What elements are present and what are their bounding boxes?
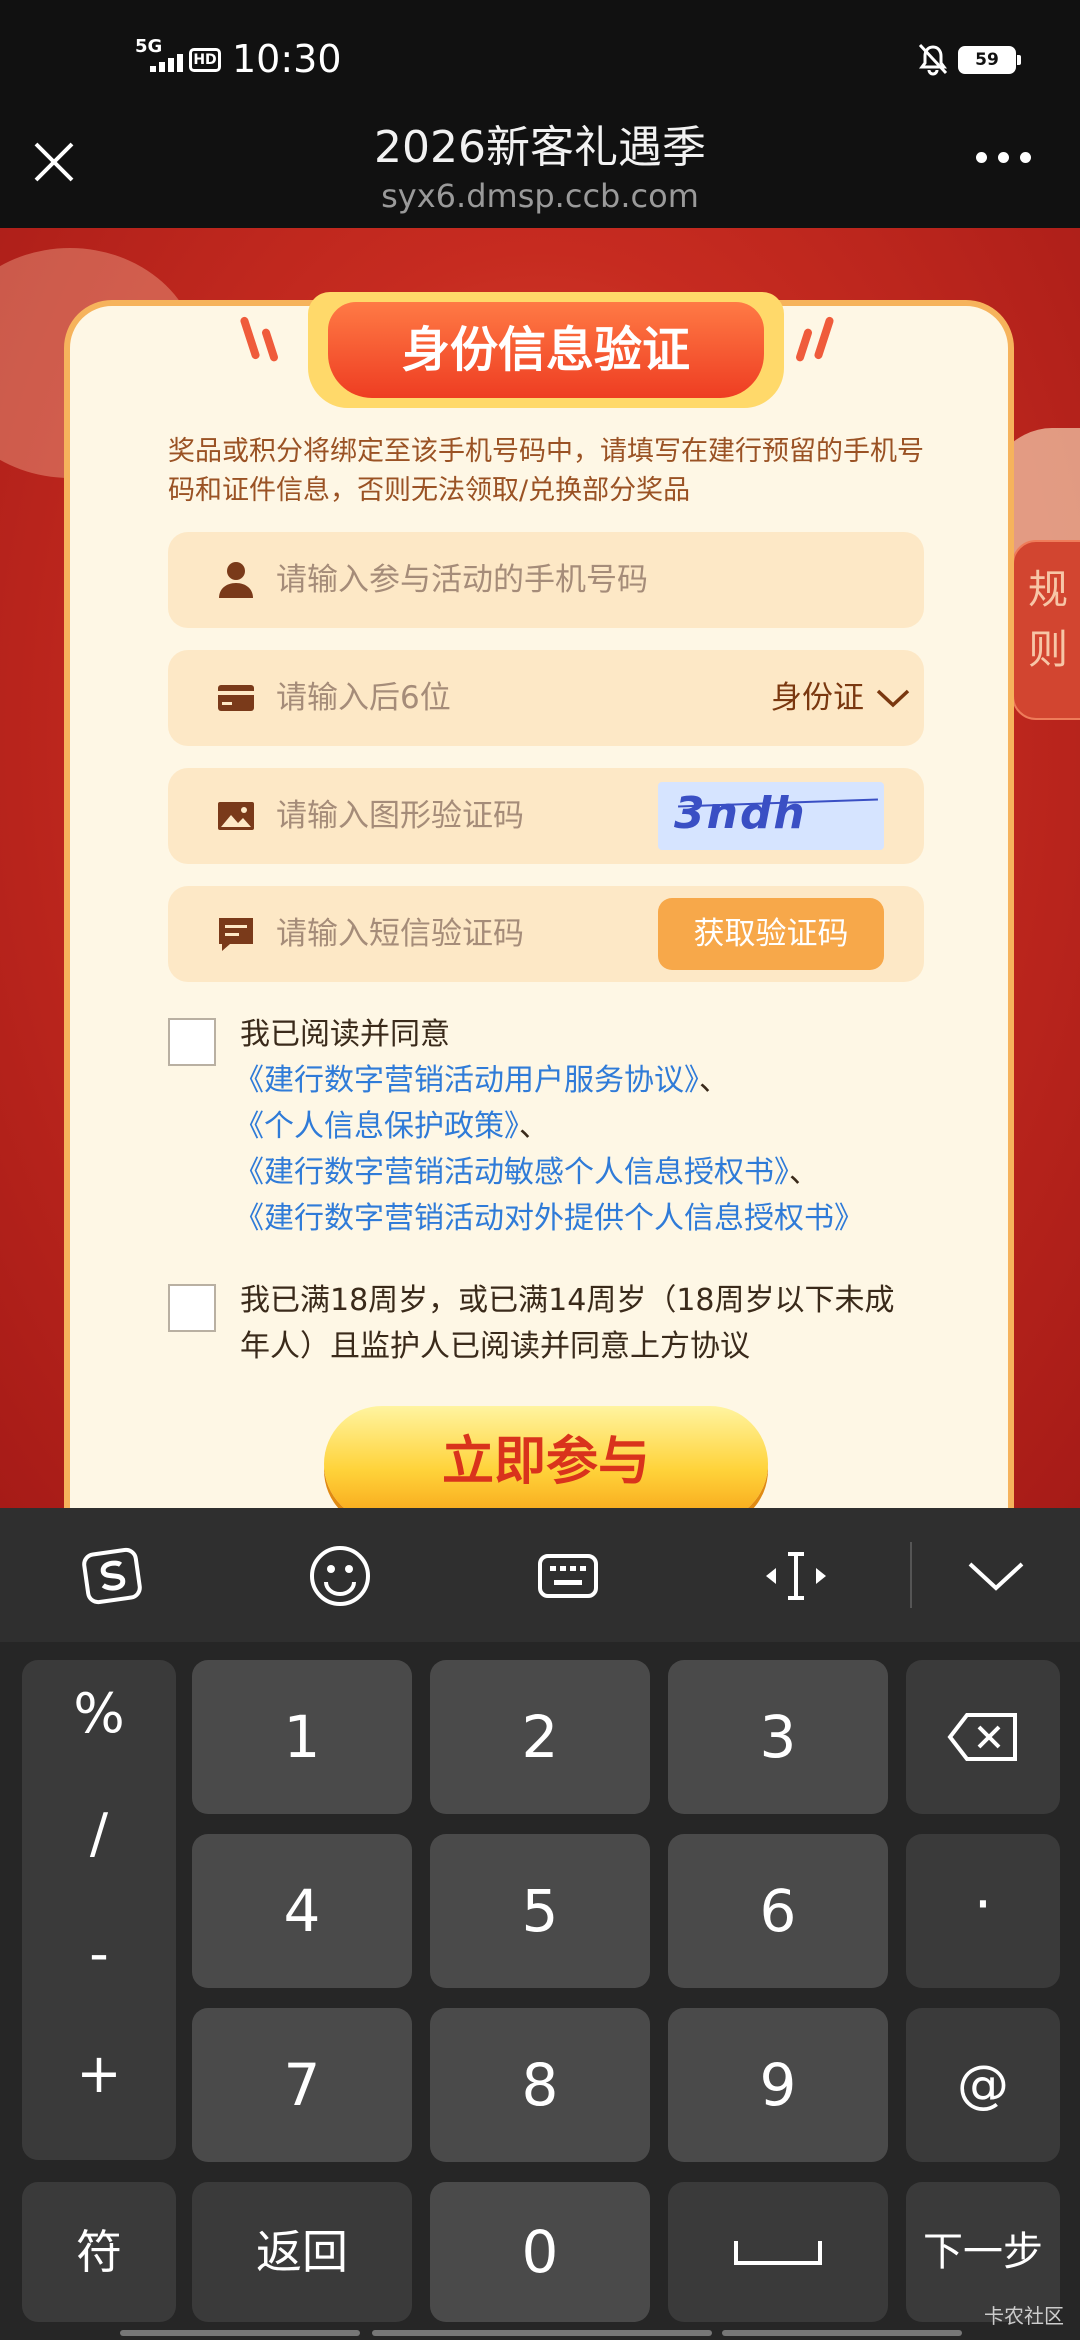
id-card-icon: [218, 685, 254, 711]
space-icon: [734, 2241, 822, 2265]
toolbar-divider: [910, 1542, 912, 1608]
service-agreement-link[interactable]: 《建行数字营销活动用户服务协议》、: [234, 1058, 729, 1104]
chevron-down-icon: [876, 689, 910, 708]
decor-slash: [794, 327, 814, 363]
hide-keyboard-icon[interactable]: [964, 1544, 1028, 1608]
sms-input[interactable]: 请输入短信验证码: [276, 886, 524, 982]
user-icon: [219, 562, 253, 598]
third-party-authorization-link[interactable]: 《建行数字营销活动对外提供个人信息授权书》: [234, 1196, 864, 1242]
symbol-column[interactable]: % / - +: [22, 1660, 176, 2160]
cursor-move-icon[interactable]: [764, 1544, 828, 1608]
key-3[interactable]: 3: [668, 1660, 888, 1814]
numeric-keyboard: % / - + 1 2 3 4 5 6 · 7 8 9 @ 符 返回 0 下一步: [0, 1642, 1080, 2340]
captcha-image[interactable]: 3ndh: [658, 782, 884, 850]
more-icon[interactable]: [976, 152, 1032, 168]
mute-icon: [918, 43, 948, 76]
sogou-logo-icon[interactable]: [80, 1544, 144, 1608]
agreement-label: 我已阅读并同意: [240, 1017, 450, 1052]
clock: 10:30: [232, 37, 342, 81]
privacy-policy-link[interactable]: 《个人信息保护政策》、: [234, 1104, 549, 1150]
image-icon: [218, 802, 254, 830]
join-button[interactable]: 立即参与: [324, 1406, 768, 1508]
key-slash[interactable]: /: [22, 1802, 176, 1865]
key-4[interactable]: 4: [192, 1834, 412, 1988]
key-minus[interactable]: -: [22, 1922, 176, 1985]
id-type-label: 身份证: [771, 680, 864, 716]
back-key[interactable]: 返回: [192, 2182, 412, 2322]
key-percent[interactable]: %: [22, 1682, 176, 1745]
id-type-select[interactable]: 身份证: [771, 650, 910, 746]
notice-text: 奖品或积分将绑定至该手机号码中，请填写在建行预留的手机号码和证件信息，否则无法领…: [168, 436, 924, 506]
sensitive-info-authorization-link[interactable]: 《建行数字营销活动敏感个人信息授权书》、: [234, 1150, 819, 1196]
space-key[interactable]: [668, 2182, 888, 2322]
captcha-field[interactable]: 请输入图形验证码 3ndh: [168, 768, 924, 864]
page-title: 2026新客礼遇季: [374, 122, 706, 173]
id-field[interactable]: 请输入后6位 身份证: [168, 650, 924, 746]
decor-slash: [260, 327, 280, 363]
key-5[interactable]: 5: [430, 1834, 650, 1988]
home-indicator: [120, 2330, 360, 2336]
decor-slash: [239, 315, 261, 361]
home-indicator: [372, 2330, 712, 2336]
age-checkbox[interactable]: [168, 1284, 216, 1332]
status-bar: 5G HD 10:30 59: [0, 0, 1080, 120]
key-plus[interactable]: +: [22, 2042, 176, 2105]
backspace-key[interactable]: [906, 1660, 1060, 1814]
key-6[interactable]: 6: [668, 1834, 888, 1988]
rules-tab[interactable]: 规则: [1012, 540, 1080, 720]
keyboard-switch-icon[interactable]: [536, 1544, 600, 1608]
phone-input[interactable]: 请输入参与活动的手机号码: [276, 532, 648, 628]
hd-icon: HD: [189, 48, 221, 72]
captcha-code: 3ndh: [674, 788, 807, 839]
symbols-key[interactable]: 符: [22, 2182, 176, 2322]
age-statement-line2: 年人）且监护人已阅读并同意上方协议: [240, 1329, 750, 1364]
battery-level: 59: [975, 50, 999, 70]
rules-tab-label: 规则: [1028, 567, 1068, 673]
watermark: 卡农社区: [984, 2304, 1064, 2328]
key-at[interactable]: @: [906, 2008, 1060, 2162]
key-9[interactable]: 9: [668, 2008, 888, 2162]
phone-field[interactable]: 请输入参与活动的手机号码: [168, 532, 924, 628]
page-url: syx6.dmsp.ccb.com: [381, 177, 699, 215]
age-statement-line1: 我已满18周岁，或已满14周岁（18周岁以下未成: [240, 1283, 895, 1318]
key-dot[interactable]: ·: [906, 1834, 1060, 1988]
sms-field[interactable]: 请输入短信验证码 获取验证码: [168, 886, 924, 982]
agreement-checkbox[interactable]: [168, 1018, 216, 1066]
key-1[interactable]: 1: [192, 1660, 412, 1814]
decor-slash: [813, 315, 835, 361]
key-0[interactable]: 0: [430, 2182, 650, 2322]
signal-icon: [150, 52, 186, 72]
verification-card: 身份信息验证 奖品或积分将绑定至该手机号码中，请填写在建行预留的手机号码和证件信…: [64, 292, 1014, 1508]
captcha-input[interactable]: 请输入图形验证码: [276, 768, 524, 864]
keyboard-toolbar: [0, 1508, 1080, 1642]
key-7[interactable]: 7: [192, 2008, 412, 2162]
card-title: 身份信息验证: [328, 302, 764, 398]
battery-icon: 59: [958, 46, 1021, 74]
get-code-button[interactable]: 获取验证码: [658, 898, 884, 970]
id-input[interactable]: 请输入后6位: [276, 650, 451, 746]
message-icon: [219, 918, 253, 951]
emoji-icon[interactable]: [308, 1544, 372, 1608]
browser-navbar: 2026新客礼遇季 syx6.dmsp.ccb.com: [0, 120, 1080, 228]
backspace-icon: [947, 1713, 1017, 1761]
web-page: 规则 身份信息验证 奖品或积分将绑定至该手机号码中，请填写在建行预留的手机号码和…: [0, 228, 1080, 1508]
key-2[interactable]: 2: [430, 1660, 650, 1814]
home-indicator: [722, 2330, 962, 2336]
key-8[interactable]: 8: [430, 2008, 650, 2162]
